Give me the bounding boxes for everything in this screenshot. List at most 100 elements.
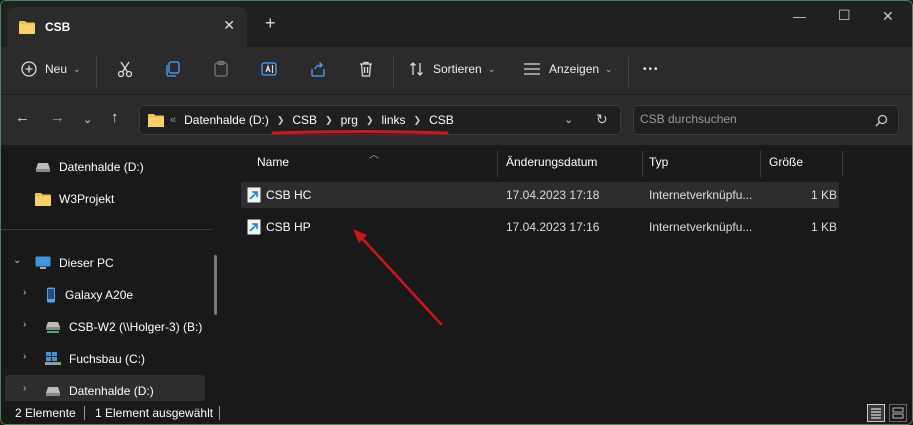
new-button[interactable]: Neu ⌄ bbox=[21, 47, 81, 91]
column-header-type[interactable]: Typ bbox=[649, 155, 668, 169]
expand-chevron-icon[interactable]: › bbox=[23, 351, 26, 362]
column-header-name[interactable]: Name bbox=[257, 155, 289, 169]
sidebar-item-label: Dieser PC bbox=[59, 256, 114, 270]
refresh-icon[interactable]: ↻ bbox=[596, 111, 608, 128]
status-bar: 2 Elemente 1 Element ausgewählt bbox=[1, 401, 912, 424]
rename-icon bbox=[261, 62, 277, 76]
breadcrumb-chevron-icon[interactable]: ❯ bbox=[277, 115, 285, 126]
column-divider[interactable] bbox=[842, 151, 843, 177]
details-view-button[interactable] bbox=[867, 404, 885, 422]
sidebar-item-fuchsbau[interactable]: Fuchsbau (C:) bbox=[45, 345, 145, 373]
chevron-down-icon: ⌄ bbox=[605, 63, 613, 74]
sidebar-item-label: CSB-W2 (\\Holger-3) (B:) bbox=[69, 320, 203, 334]
sidebar-item-dieser-pc[interactable]: Dieser PC bbox=[35, 249, 114, 277]
chevron-down-icon: ⌄ bbox=[487, 63, 496, 74]
address-history-chevron-icon[interactable]: ⌄ bbox=[564, 113, 573, 126]
file-type: Internetverknüpfu... bbox=[649, 188, 753, 202]
forward-arrow-icon[interactable]: → bbox=[50, 109, 65, 126]
file-size: 1 KB bbox=[811, 220, 838, 234]
sidebar-item-galaxy[interactable]: Galaxy A20e bbox=[45, 281, 133, 309]
maximize-icon[interactable]: ☐ bbox=[838, 7, 851, 24]
breadcrumb-csb-current[interactable]: CSB bbox=[429, 113, 454, 127]
status-divider bbox=[84, 406, 85, 420]
table-row[interactable]: CSB HP 17.04.2023 17:16 Internetverknüpf… bbox=[241, 214, 839, 240]
copy-button[interactable] bbox=[164, 47, 182, 91]
sort-ascending-icon: ︿ bbox=[369, 150, 379, 161]
file-size: 1 KB bbox=[811, 188, 838, 202]
file-list: ︿ Name Änderungsdatum Typ Größe CSB HC 1… bbox=[223, 145, 912, 401]
breadcrumb-chevron-icon[interactable]: ❯ bbox=[414, 115, 422, 126]
view-label: Anzeigen bbox=[549, 62, 600, 76]
paste-button[interactable] bbox=[212, 47, 230, 91]
details-view-icon bbox=[871, 408, 881, 419]
sidebar-scrollbar[interactable] bbox=[214, 255, 217, 315]
trash-icon bbox=[360, 61, 372, 77]
breadcrumb-links[interactable]: links bbox=[382, 113, 406, 127]
explorer-window: CSB ✕ + — ☐ ✕ Neu ⌄ Sortieren ⌄ Anzeigen… bbox=[0, 0, 913, 425]
list-view-icon bbox=[524, 63, 540, 75]
sidebar-item-label: W3Projekt bbox=[59, 192, 115, 206]
chevron-down-icon: ⌄ bbox=[73, 63, 81, 74]
annotation-underline bbox=[271, 130, 449, 135]
recent-locations-chevron-icon[interactable]: ⌄ bbox=[83, 113, 92, 126]
cut-button[interactable] bbox=[116, 47, 134, 91]
windows-drive-icon bbox=[45, 352, 61, 365]
close-tab-icon[interactable]: ✕ bbox=[223, 17, 235, 34]
file-name: CSB HP bbox=[266, 220, 311, 234]
view-button[interactable]: Anzeigen ⌄ bbox=[523, 47, 613, 91]
sort-button[interactable]: Sortieren ⌄ bbox=[409, 47, 495, 91]
selection-count: 1 Element ausgewählt bbox=[95, 406, 214, 420]
column-divider[interactable] bbox=[497, 151, 498, 177]
minimize-icon[interactable]: — bbox=[793, 9, 806, 24]
breadcrumb-prg[interactable]: prg bbox=[341, 113, 358, 127]
copy-icon bbox=[166, 61, 180, 77]
sidebar-item-datenhalde-quick[interactable]: Datenhalde (D:) bbox=[35, 153, 144, 181]
navigation-pane: Datenhalde (D:) W3Projekt ⌄ Dieser PC › … bbox=[1, 145, 223, 403]
new-label: Neu bbox=[45, 62, 68, 76]
tiles-view-icon bbox=[892, 407, 904, 419]
sidebar-item-network-drive[interactable]: CSB-W2 (\\Holger-3) (B:) bbox=[45, 313, 202, 341]
sidebar-item-w3projekt[interactable]: W3Projekt bbox=[35, 185, 114, 213]
sidebar-item-label: Fuchsbau (C:) bbox=[69, 352, 146, 366]
internet-shortcut-icon bbox=[247, 219, 261, 235]
sort-label: Sortieren bbox=[433, 62, 482, 76]
rename-button[interactable] bbox=[260, 47, 278, 91]
title-bar: CSB ✕ + — ☐ ✕ bbox=[1, 1, 912, 47]
tiles-view-button[interactable] bbox=[889, 404, 907, 422]
status-divider bbox=[219, 406, 220, 420]
more-options-button[interactable]: ••• bbox=[643, 47, 660, 91]
close-window-icon[interactable]: ✕ bbox=[882, 8, 894, 25]
toolbar-divider bbox=[393, 57, 394, 87]
new-tab-button[interactable]: + bbox=[265, 13, 276, 34]
back-arrow-icon[interactable]: ← bbox=[15, 109, 30, 126]
search-box[interactable] bbox=[633, 105, 899, 135]
share-button[interactable] bbox=[309, 47, 327, 91]
expand-chevron-icon[interactable]: ⌄ bbox=[13, 255, 21, 266]
scissors-icon bbox=[117, 61, 133, 78]
breadcrumb-csb[interactable]: CSB bbox=[292, 113, 317, 127]
breadcrumb-chevron-icon[interactable]: ❯ bbox=[325, 115, 333, 126]
up-arrow-icon[interactable]: ↑ bbox=[111, 109, 119, 126]
command-bar: Neu ⌄ Sortieren ⌄ Anzeigen ⌄ ••• bbox=[1, 47, 912, 95]
column-divider[interactable] bbox=[642, 151, 643, 177]
column-divider[interactable] bbox=[760, 151, 761, 177]
tab-csb[interactable]: CSB ✕ bbox=[7, 7, 247, 47]
column-header-date[interactable]: Änderungsdatum bbox=[506, 155, 597, 169]
expand-chevron-icon[interactable]: › bbox=[23, 383, 26, 394]
plus-circle-icon bbox=[21, 61, 37, 77]
expand-chevron-icon[interactable]: › bbox=[23, 287, 26, 298]
folder-icon bbox=[19, 21, 35, 34]
file-type: Internetverknüpfu... bbox=[649, 220, 753, 234]
overflow-crumb[interactable]: « bbox=[170, 114, 176, 126]
breadcrumb-chevron-icon[interactable]: ❯ bbox=[366, 115, 374, 126]
navigation-bar: ← → ⌄ ↑ « Datenhalde (D:) ❯ CSB ❯ prg ❯ … bbox=[1, 95, 912, 145]
search-input[interactable] bbox=[640, 112, 860, 126]
search-icon[interactable] bbox=[875, 114, 888, 127]
expand-chevron-icon[interactable]: › bbox=[23, 319, 26, 330]
delete-button[interactable] bbox=[357, 47, 375, 91]
table-row[interactable]: CSB HC 17.04.2023 17:18 Internetverknüpf… bbox=[241, 182, 839, 208]
sort-arrows-icon bbox=[410, 62, 423, 76]
item-count: 2 Elemente bbox=[15, 406, 76, 420]
column-header-size[interactable]: Größe bbox=[769, 155, 803, 169]
breadcrumb-drive[interactable]: Datenhalde (D:) bbox=[184, 113, 269, 127]
